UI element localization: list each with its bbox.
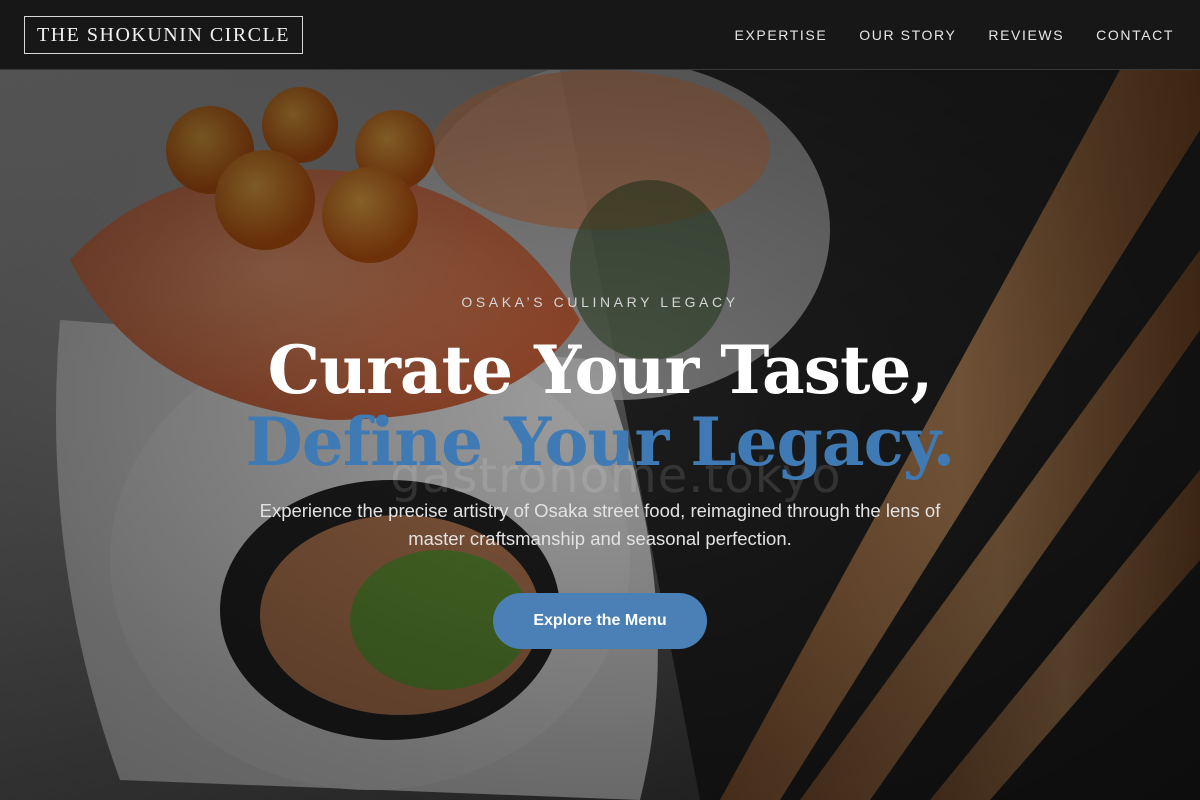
brand-logo[interactable]: THE SHOKUNIN CIRCLE xyxy=(24,15,303,54)
hero-headline-line2: Define Your Legacy. xyxy=(245,403,955,481)
hero-content: OSAKA’S CULINARY LEGACY gastronome.tokyo… xyxy=(0,0,1200,800)
nav-link-our-story[interactable]: OUR STORY xyxy=(859,27,956,43)
hero-subtext: Experience the precise artistry of Osaka… xyxy=(259,500,941,549)
nav-link-contact[interactable]: CONTACT xyxy=(1096,27,1174,43)
hero-eyebrow: OSAKA’S CULINARY LEGACY xyxy=(461,294,739,310)
top-navbar: THE SHOKUNIN CIRCLE EXPERTISE OUR STORY … xyxy=(0,0,1200,70)
explore-menu-button[interactable]: Explore the Menu xyxy=(493,593,707,649)
nav-link-reviews[interactable]: REVIEWS xyxy=(988,27,1064,43)
nav-link-expertise[interactable]: EXPERTISE xyxy=(735,27,828,43)
nav-links: EXPERTISE OUR STORY REVIEWS CONTACT xyxy=(735,27,1176,43)
hero-headline-line1: Curate Your Taste, xyxy=(267,331,934,409)
